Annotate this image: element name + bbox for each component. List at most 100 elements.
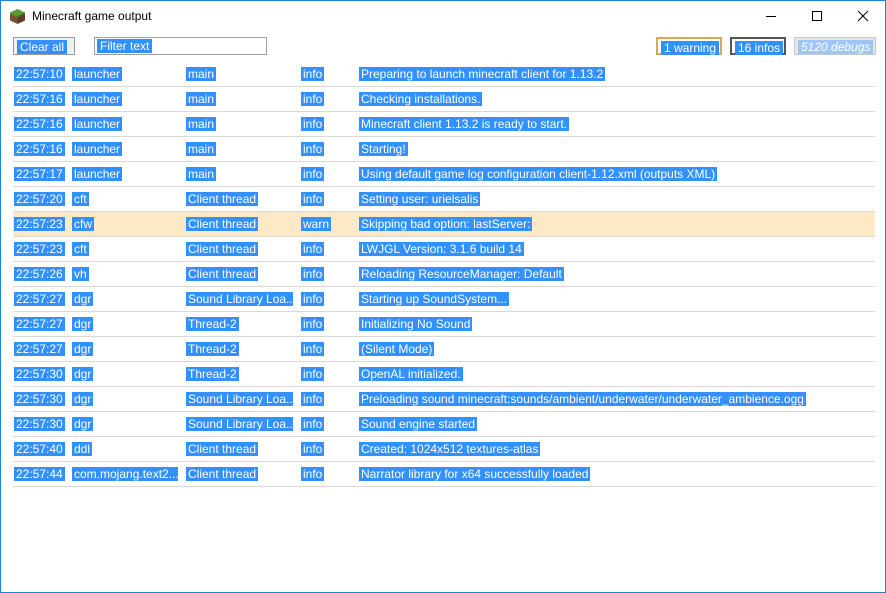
log-level: info: [301, 67, 325, 81]
log-level: info: [301, 242, 325, 256]
table-row[interactable]: 22:57:16 launcher main info Checking install…: [13, 87, 875, 112]
log-message: Reloading ResourceManager: Default: [359, 267, 564, 281]
log-time-text: 22:57:30: [14, 367, 65, 381]
table-row[interactable]: 22:57:27 dgr Sound Library Loa... info Start…: [13, 287, 875, 312]
log-level-text: info: [301, 267, 325, 281]
log-time-text: 22:57:23: [14, 217, 65, 231]
log-source-text: com.mojang.text2...: [72, 467, 178, 481]
log-source: dgr: [72, 317, 94, 331]
log-source: cft: [72, 242, 89, 256]
log-thread-text: main: [186, 67, 217, 81]
log-level-text: warn: [301, 217, 332, 231]
table-row[interactable]: 22:57:40 ddl Client thread info Created: 102…: [13, 437, 875, 462]
table-row[interactable]: 22:57:27 dgr Thread-2 info (Silent Mode): [13, 337, 875, 362]
table-row[interactable]: 22:57:30 dgr Sound Library Loa... info Prelo…: [13, 387, 875, 412]
log-source-text: ddl: [72, 442, 93, 456]
log-message: LWJGL Version: 3.1.6 build 14: [359, 242, 524, 256]
log-message-text: Preparing to launch minecraft client for…: [359, 67, 606, 81]
filter-input-value: Filter text: [97, 39, 153, 53]
log-message-text: Narrator library for x64 successfully lo…: [359, 467, 591, 481]
table-row[interactable]: 22:57:16 launcher main info Minecraft client…: [13, 112, 875, 137]
close-button[interactable]: [841, 1, 886, 32]
log-message: Initializing No Sound: [359, 317, 473, 331]
table-row[interactable]: 22:57:23 cft Client thread info LWJGL Versio…: [13, 237, 875, 262]
log-level-text: info: [301, 392, 325, 406]
table-row[interactable]: 22:57:16 launcher main info Starting!: [13, 137, 875, 162]
log-source-text: launcher: [72, 167, 123, 181]
log-message: Preparing to launch minecraft client for…: [359, 67, 606, 81]
log-time-text: 22:57:27: [14, 317, 65, 331]
log-thread-text: Client thread: [186, 192, 259, 206]
log-level-text: info: [301, 142, 325, 156]
table-row[interactable]: 22:57:30 dgr Sound Library Loa... info Sound…: [13, 412, 875, 437]
log-level-text: info: [301, 467, 325, 481]
log-level-text: info: [301, 317, 325, 331]
log-thread: main: [186, 117, 217, 131]
log-time-text: 22:57:27: [14, 342, 65, 356]
log-level: info: [301, 317, 325, 331]
warnings-toggle[interactable]: 1 warning: [656, 37, 722, 55]
log-message: Starting up SoundSystem...: [359, 292, 510, 306]
title-bar[interactable]: Minecraft game output: [1, 1, 885, 32]
log-time-text: 22:57:20: [14, 192, 65, 206]
log-time: 22:57:30: [14, 417, 65, 431]
table-row[interactable]: 22:57:44 com.mojang.text2... Client thread…: [13, 462, 875, 487]
log-time: 22:57:16: [14, 142, 65, 156]
log-message: Using default game log configuration cli…: [359, 167, 718, 181]
log-time: 22:57:30: [14, 392, 65, 406]
log-source-text: cft: [72, 242, 89, 256]
log-thread-text: Client thread: [186, 217, 259, 231]
log-message-text: Reloading ResourceManager: Default: [359, 267, 564, 281]
table-row[interactable]: 22:57:27 dgr Thread-2 info Initializing No S…: [13, 312, 875, 337]
log-message-text: Starting!: [359, 142, 408, 156]
log-level: info: [301, 342, 325, 356]
log-message: (Silent Mode): [359, 342, 435, 356]
log-time: 22:57:23: [14, 217, 65, 231]
debugs-label: 5120 debugs: [798, 40, 874, 54]
log-message: Narrator library for x64 successfully lo…: [359, 467, 591, 481]
log-time: 22:57:27: [14, 342, 65, 356]
log-thread-text: Sound Library Loa...: [186, 417, 293, 431]
log-thread-text: Sound Library Loa...: [186, 392, 293, 406]
log-message-text: OpenAL initialized.: [359, 367, 463, 381]
log-thread-text: Client thread: [186, 442, 259, 456]
log-thread: Client thread: [186, 467, 259, 481]
window-title: Minecraft game output: [32, 9, 152, 23]
log-time: 22:57:10: [14, 67, 65, 81]
log-source: dgr: [72, 292, 94, 306]
log-source-text: cft: [72, 192, 89, 206]
close-icon: [858, 11, 869, 22]
log-time-text: 22:57:17: [14, 167, 65, 181]
log-thread-text: Thread-2: [186, 342, 239, 356]
log-message-text: Minecraft client 1.13.2 is ready to star…: [359, 117, 570, 131]
table-row[interactable]: 22:57:26 vh Client thread info Reloading Res…: [13, 262, 875, 287]
log-thread: Sound Library Loa...: [186, 417, 293, 431]
log-level: info: [301, 442, 325, 456]
log-source: launcher: [72, 117, 123, 131]
table-row[interactable]: 22:57:23 cfw Client thread warn Skipping bad…: [13, 212, 875, 237]
app-window: Minecraft game output Clear all Filter t…: [0, 0, 886, 593]
log-thread: Client thread: [186, 267, 259, 281]
log-time: 22:57:23: [14, 242, 65, 256]
log-time: 22:57:17: [14, 167, 65, 181]
minimize-button[interactable]: [749, 1, 795, 32]
log-thread: main: [186, 167, 217, 181]
maximize-button[interactable]: [795, 1, 841, 32]
infos-toggle[interactable]: 16 infos: [730, 37, 786, 55]
debugs-toggle[interactable]: 5120 debugs: [794, 37, 876, 55]
log-source: launcher: [72, 167, 123, 181]
table-row[interactable]: 22:57:10 launcher main info Preparing to lau…: [13, 62, 875, 87]
filter-input[interactable]: Filter text: [94, 37, 267, 55]
log-message-text: Sound engine started: [359, 417, 478, 431]
log-time: 22:57:44: [14, 467, 65, 481]
table-row[interactable]: 22:57:30 dgr Thread-2 info OpenAL initialize…: [13, 362, 875, 387]
clear-all-button[interactable]: Clear all: [13, 37, 75, 55]
log-time-text: 22:57:30: [14, 417, 65, 431]
log-table[interactable]: 22:57:10 launcher main info Preparing to lau…: [13, 62, 875, 487]
log-level: info: [301, 142, 325, 156]
table-row[interactable]: 22:57:20 cft Client thread info Setting user…: [13, 187, 875, 212]
log-source-text: dgr: [72, 417, 94, 431]
log-source: launcher: [72, 67, 123, 81]
table-row[interactable]: 22:57:17 launcher main info Using default ga…: [13, 162, 875, 187]
log-thread: Client thread: [186, 442, 259, 456]
